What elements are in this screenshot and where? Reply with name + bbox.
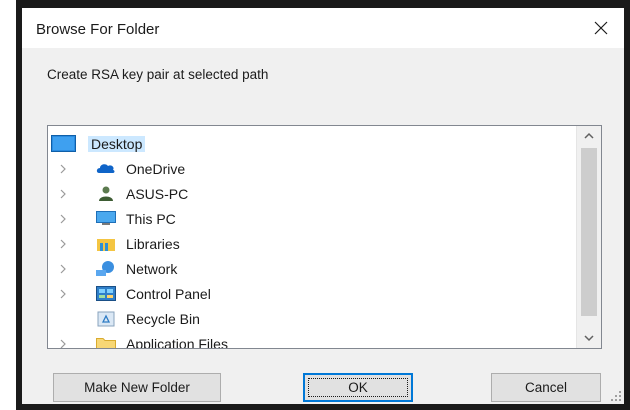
close-icon [594,21,608,35]
tree-item-asus-pc[interactable]: ASUS-PC [48,181,576,206]
cloud-icon [96,160,116,177]
chevron-right-icon[interactable] [58,262,68,274]
dialog-body: Create RSA key pair at selected path Des… [22,48,624,404]
tree-item-label: Desktop [88,136,146,152]
tree-item-libraries[interactable]: Libraries [48,231,576,256]
tree-item-this-pc[interactable]: This PC [48,206,576,231]
vertical-scrollbar[interactable] [576,126,601,348]
tree-item-label: This PC [126,211,176,227]
title-bar[interactable]: Browse For Folder [22,8,624,48]
scroll-thumb[interactable] [581,148,597,316]
computer-icon [96,210,116,227]
close-button[interactable] [582,8,622,48]
ok-button[interactable]: OK [303,373,413,402]
folder-icon [96,335,116,348]
scroll-down-button[interactable] [577,328,601,348]
instruction-text: Create RSA key pair at selected path [47,67,269,82]
tree-item-control-panel[interactable]: Control Panel [48,281,576,306]
make-new-folder-button[interactable]: Make New Folder [53,373,221,402]
recycle-bin-icon [96,310,116,327]
desktop-icon [51,135,76,152]
tree-item-label: Control Panel [126,286,211,302]
tree-item-label: ASUS-PC [126,186,189,202]
tree-item-label: Libraries [126,236,180,252]
user-icon [96,185,116,202]
network-icon [96,260,116,277]
control-panel-icon [96,285,116,302]
chevron-right-icon[interactable] [58,212,68,224]
scroll-up-button[interactable] [577,126,601,146]
tree-item-label: Application Files [126,336,228,349]
tree-item-label: Network [126,261,178,277]
chevron-right-icon[interactable] [58,337,68,348]
chevron-right-icon[interactable] [58,162,68,174]
folder-tree[interactable]: Desktop OneDrive ASUS-PC This PC Librari… [47,125,602,349]
tree-item-network[interactable]: Network [48,256,576,281]
tree-item-recycle-bin[interactable]: Recycle Bin [48,306,576,331]
chevron-up-icon [584,132,594,139]
tree-item-onedrive[interactable]: OneDrive [48,156,576,181]
dialog-title: Browse For Folder [36,21,160,38]
tree-item-application-files[interactable]: Application Files [48,331,576,349]
tree-item-label: OneDrive [126,161,186,177]
cancel-button[interactable]: Cancel [491,373,601,402]
tree-item-desktop[interactable]: Desktop [48,131,576,156]
chevron-right-icon[interactable] [58,237,68,249]
chevron-right-icon[interactable] [58,287,68,299]
chevron-right-icon[interactable] [58,187,68,199]
focus-rectangle [308,378,408,397]
libraries-icon [96,235,116,252]
chevron-down-icon [584,335,594,342]
browse-for-folder-dialog: Browse For Folder Create RSA key pair at… [22,8,624,404]
tree-item-label: Recycle Bin [126,311,200,327]
resize-grip-icon[interactable] [610,390,622,402]
